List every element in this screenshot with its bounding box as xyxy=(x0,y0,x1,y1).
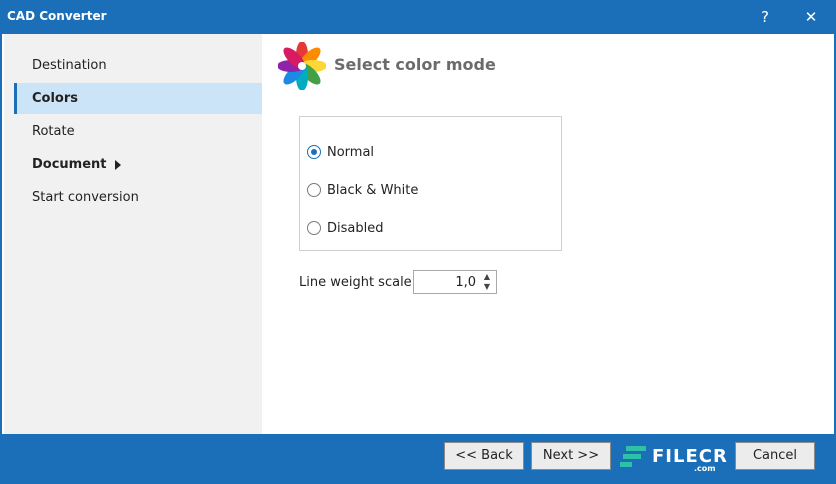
line-weight-value[interactable]: 1,0 xyxy=(455,275,476,290)
cancel-button[interactable]: Cancel xyxy=(735,442,815,470)
wizard-nav: Destination Colors Rotate Document Start… xyxy=(4,34,262,434)
radio-black-white-indicator[interactable] xyxy=(307,183,321,197)
back-button[interactable]: << Back xyxy=(444,442,524,470)
nav-item-start-conversion[interactable]: Start conversion xyxy=(14,182,262,213)
watermark-logo-icon xyxy=(620,446,646,467)
dialog-body: Destination Colors Rotate Document Start… xyxy=(2,34,834,434)
spin-up-icon[interactable]: ▲ xyxy=(480,272,494,282)
radio-normal-indicator[interactable] xyxy=(307,145,321,159)
button-bar: << Back Next >> FILECR .com Cancel xyxy=(6,438,832,478)
page-title: Select color mode xyxy=(334,55,496,74)
radio-disabled-indicator[interactable] xyxy=(307,221,321,235)
help-button[interactable]: ? xyxy=(752,6,778,28)
spin-down-icon[interactable]: ▼ xyxy=(480,282,494,292)
app-window: CAD Converter ? ✕ Destination Colors Rot… xyxy=(0,0,836,484)
watermark-sub: .com xyxy=(694,464,716,473)
nav-item-colors[interactable]: Colors xyxy=(14,83,262,114)
line-weight-label: Line weight scale: xyxy=(299,275,417,290)
color-pinwheel-icon xyxy=(278,42,326,90)
nav-item-destination[interactable]: Destination xyxy=(14,50,262,81)
radio-disabled-label: Disabled xyxy=(327,221,384,236)
radio-normal-label: Normal xyxy=(327,145,375,160)
line-weight-spinner[interactable]: 1,0 ▲ ▼ xyxy=(413,270,497,294)
nav-item-document[interactable]: Document xyxy=(14,149,262,180)
nav-item-document-label: Document xyxy=(32,157,107,172)
expand-arrow-icon xyxy=(114,159,121,170)
next-button[interactable]: Next >> xyxy=(531,442,611,470)
close-button[interactable]: ✕ xyxy=(798,6,824,28)
content-panel: Select color mode Normal Black & White D… xyxy=(262,34,834,434)
title-bar: CAD Converter ? ✕ xyxy=(0,0,836,34)
nav-item-rotate[interactable]: Rotate xyxy=(14,116,262,147)
color-mode-group: Normal Black & White Disabled xyxy=(299,116,562,251)
window-title: CAD Converter xyxy=(7,9,107,23)
radio-black-white-label: Black & White xyxy=(327,183,419,198)
watermark-text: FILECR xyxy=(652,446,728,467)
